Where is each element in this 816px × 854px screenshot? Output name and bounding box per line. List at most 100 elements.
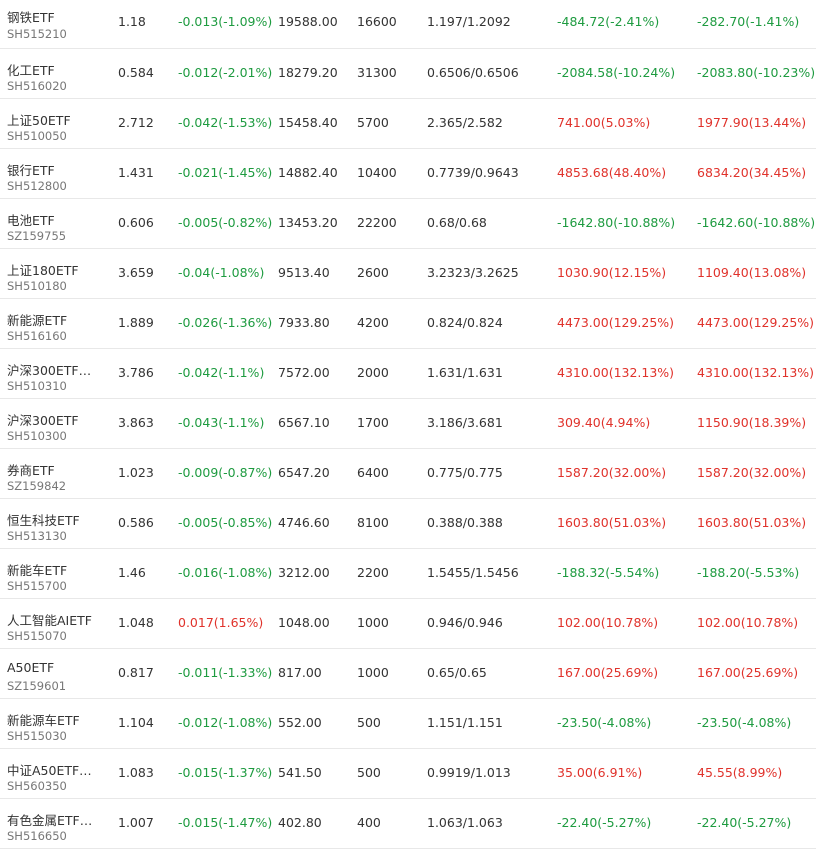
fund-name[interactable]: 沪深300ETF (7, 410, 79, 429)
fund-code: SH512800 (7, 179, 67, 193)
position-pnl: 102.00(10.78%) (557, 615, 659, 630)
market-value: 15458.40 (278, 115, 338, 130)
fund-name-cell[interactable]: 沪深300ETF SH510300 (7, 399, 102, 448)
fund-name-cell[interactable]: 钢铁ETF SH515210 (7, 0, 102, 49)
fund-name[interactable]: 中证A50ETF… (7, 760, 92, 779)
table-row[interactable]: 新能车ETF SH515700 1.46 -0.016(-1.08%) 3212… (0, 549, 816, 599)
total-pnl: -2083.80(-10.23%) (697, 65, 816, 80)
fund-name-cell[interactable]: 恒生科技ETF SH513130 (7, 499, 102, 548)
cost-price: 0.9919/1.013 (427, 765, 511, 780)
cost-price: 0.6506/0.6506 (427, 65, 519, 80)
market-value: 9513.40 (278, 265, 330, 280)
fund-name[interactable]: 银行ETF (7, 160, 55, 179)
table-row[interactable]: 人工智能AIETF SH515070 1.048 0.017(1.65%) 10… (0, 599, 816, 649)
market-value: 6547.20 (278, 465, 330, 480)
fund-name-cell[interactable]: 银行ETF SH512800 (7, 149, 102, 198)
market-value: 18279.20 (278, 65, 338, 80)
table-row[interactable]: 沪深300ETF… SH510310 3.786 -0.042(-1.1%) 7… (0, 349, 816, 399)
table-row[interactable]: 中证A50ETF… SH560350 1.083 -0.015(-1.37%) … (0, 749, 816, 799)
fund-code: SH515210 (7, 27, 67, 41)
fund-name[interactable]: 上证180ETF (7, 260, 79, 279)
table-row[interactable]: 银行ETF SH512800 1.431 -0.021(-1.45%) 1488… (0, 149, 816, 199)
price: 3.863 (118, 415, 154, 430)
fund-name-cell[interactable]: 上证180ETF SH510180 (7, 249, 102, 298)
fund-name-cell[interactable]: 中证A50ETF… SH560350 (7, 749, 102, 798)
quantity: 2200 (357, 565, 389, 580)
fund-name[interactable]: 有色金属ETF… (7, 810, 92, 829)
table-row[interactable]: A50ETF SZ159601 0.817 -0.011(-1.33%) 817… (0, 649, 816, 699)
fund-name[interactable]: 化工ETF (7, 60, 55, 79)
market-value: 7572.00 (278, 365, 330, 380)
fund-name[interactable]: 新能源ETF (7, 310, 67, 329)
cost-price: 0.65/0.65 (427, 665, 487, 680)
fund-name[interactable]: 钢铁ETF (7, 7, 55, 26)
fund-name-cell[interactable]: 化工ETF SH516020 (7, 49, 102, 98)
quantity: 22200 (357, 215, 397, 230)
total-pnl: 167.00(25.69%) (697, 665, 799, 680)
total-pnl: -282.70(-1.41%) (697, 14, 800, 29)
quantity: 4200 (357, 315, 389, 330)
quantity: 5700 (357, 115, 389, 130)
fund-name-cell[interactable]: 电池ETF SZ159755 (7, 199, 102, 248)
quantity: 10400 (357, 165, 397, 180)
fund-name[interactable]: A50ETF (7, 660, 54, 675)
fund-code: SH516650 (7, 829, 67, 843)
table-row[interactable]: 新能源ETF SH516160 1.889 -0.026(-1.36%) 793… (0, 299, 816, 349)
price: 0.817 (118, 665, 154, 680)
table-row[interactable]: 上证50ETF SH510050 2.712 -0.042(-1.53%) 15… (0, 99, 816, 149)
total-pnl: -188.20(-5.53%) (697, 565, 800, 580)
price-change: -0.012(-1.08%) (178, 715, 273, 730)
price: 0.584 (118, 65, 154, 80)
price: 1.46 (118, 565, 146, 580)
table-row[interactable]: 新能源车ETF SH515030 1.104 -0.012(-1.08%) 55… (0, 699, 816, 749)
quantity: 2600 (357, 265, 389, 280)
price-change: -0.04(-1.08%) (178, 265, 265, 280)
table-row[interactable]: 钢铁ETF SH515210 1.18 -0.013(-1.09%) 19588… (0, 0, 816, 49)
fund-code: SZ159842 (7, 479, 67, 493)
fund-name-cell[interactable]: 上证50ETF SH510050 (7, 99, 102, 148)
position-pnl: -22.40(-5.27%) (557, 815, 652, 830)
quantity: 16600 (357, 14, 397, 29)
fund-name-cell[interactable]: 新能源车ETF SH515030 (7, 699, 102, 748)
price: 0.586 (118, 515, 154, 530)
total-pnl: 1603.80(51.03%) (697, 515, 807, 530)
fund-name-cell[interactable]: A50ETF SZ159601 (7, 649, 102, 698)
fund-name-cell[interactable]: 新能车ETF SH515700 (7, 549, 102, 598)
table-row[interactable]: 券商ETF SZ159842 1.023 -0.009(-0.87%) 6547… (0, 449, 816, 499)
fund-name[interactable]: 电池ETF (7, 210, 55, 229)
price: 1.083 (118, 765, 154, 780)
table-row[interactable]: 化工ETF SH516020 0.584 -0.012(-2.01%) 1827… (0, 49, 816, 99)
cost-price: 0.388/0.388 (427, 515, 503, 530)
total-pnl: 1587.20(32.00%) (697, 465, 807, 480)
table-row[interactable]: 有色金属ETF… SH516650 1.007 -0.015(-1.47%) 4… (0, 799, 816, 849)
table-row[interactable]: 沪深300ETF SH510300 3.863 -0.043(-1.1%) 65… (0, 399, 816, 449)
position-pnl: 4853.68(48.40%) (557, 165, 667, 180)
price-change: -0.015(-1.37%) (178, 765, 273, 780)
fund-name[interactable]: 新能车ETF (7, 560, 67, 579)
fund-name-cell[interactable]: 券商ETF SZ159842 (7, 449, 102, 498)
fund-name[interactable]: 新能源车ETF (7, 710, 80, 729)
fund-name-cell[interactable]: 有色金属ETF… SH516650 (7, 799, 102, 848)
fund-name-cell[interactable]: 人工智能AIETF SH515070 (7, 599, 102, 648)
fund-name[interactable]: 人工智能AIETF (7, 610, 92, 629)
fund-code: SH510300 (7, 429, 67, 443)
fund-name[interactable]: 恒生科技ETF (7, 510, 80, 529)
fund-name-cell[interactable]: 沪深300ETF… SH510310 (7, 349, 102, 398)
table-row[interactable]: 电池ETF SZ159755 0.606 -0.005(-0.82%) 1345… (0, 199, 816, 249)
price-change: -0.021(-1.45%) (178, 165, 273, 180)
position-pnl: 35.00(6.91%) (557, 765, 643, 780)
quantity: 1700 (357, 415, 389, 430)
total-pnl: 4473.00(129.25%) (697, 315, 815, 330)
quantity: 1000 (357, 665, 389, 680)
position-pnl: 309.40(4.94%) (557, 415, 651, 430)
fund-name[interactable]: 券商ETF (7, 460, 55, 479)
price-change: -0.042(-1.1%) (178, 365, 265, 380)
fund-name[interactable]: 上证50ETF (7, 110, 71, 129)
fund-name[interactable]: 沪深300ETF… (7, 360, 91, 379)
table-row[interactable]: 恒生科技ETF SH513130 0.586 -0.005(-0.85%) 47… (0, 499, 816, 549)
fund-name-cell[interactable]: 新能源ETF SH516160 (7, 299, 102, 348)
table-row[interactable]: 上证180ETF SH510180 3.659 -0.04(-1.08%) 95… (0, 249, 816, 299)
position-pnl: -1642.80(-10.88%) (557, 215, 676, 230)
fund-code: SH513130 (7, 529, 67, 543)
quantity: 500 (357, 765, 381, 780)
